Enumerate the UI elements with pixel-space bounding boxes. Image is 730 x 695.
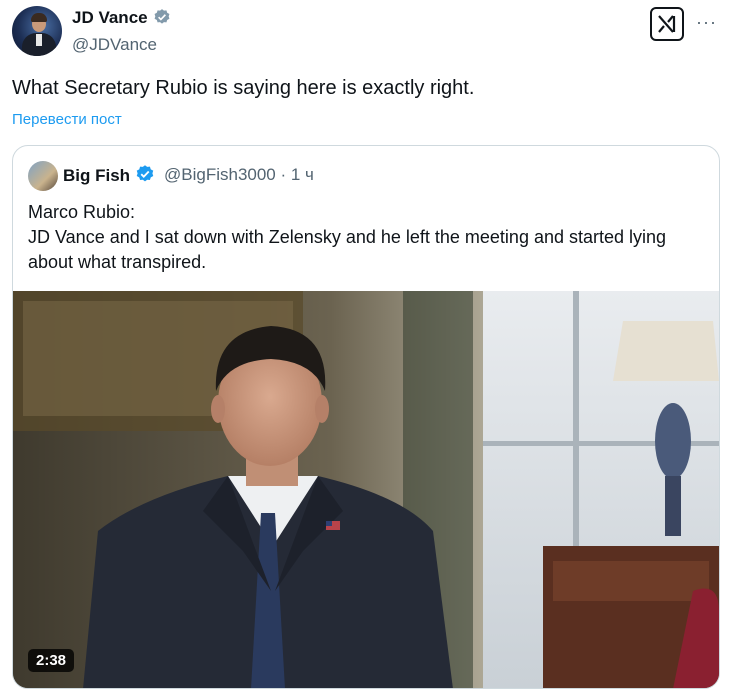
author-name[interactable]: JD Vance	[72, 8, 148, 27]
quoted-author-handle[interactable]: @BigFish3000 · 1 ч	[164, 165, 314, 185]
author-handle[interactable]: @JDVance	[72, 35, 157, 55]
avatar-hair	[31, 13, 47, 22]
tweet-text: What Secretary Rubio is saying here is e…	[12, 77, 475, 99]
quoted-tweet-text: Marco Rubio: JD Vance and I sat down wit…	[28, 200, 698, 275]
avatar-shirt	[36, 34, 42, 46]
verified-badge-gray-icon	[154, 9, 170, 24]
translate-post-link[interactable]: Перевести пост	[12, 111, 122, 128]
video-thumbnail	[13, 291, 719, 688]
quoted-author-avatar[interactable]	[28, 161, 58, 191]
verified-badge-icon	[136, 165, 154, 182]
more-options-icon[interactable]: ···	[696, 12, 717, 33]
grok-button[interactable]	[650, 7, 684, 41]
quoted-text-line-1: Marco Rubio:	[28, 202, 136, 222]
author-avatar[interactable]	[12, 6, 62, 56]
quoted-author-name-row[interactable]: Big Fish	[63, 164, 155, 186]
grok-icon	[658, 15, 676, 33]
author-name-row[interactable]: JD Vance	[72, 8, 171, 28]
video-duration: 2:38	[28, 649, 75, 672]
quoted-author-name[interactable]: Big Fish	[63, 166, 130, 185]
video-player[interactable]: 2:38	[13, 291, 719, 688]
quoted-tweet[interactable]: Big Fish @BigFish3000 · 1 ч Marco Rubio:…	[12, 145, 720, 689]
quoted-text-line-2: JD Vance and I sat down with Zelensky an…	[28, 227, 667, 272]
